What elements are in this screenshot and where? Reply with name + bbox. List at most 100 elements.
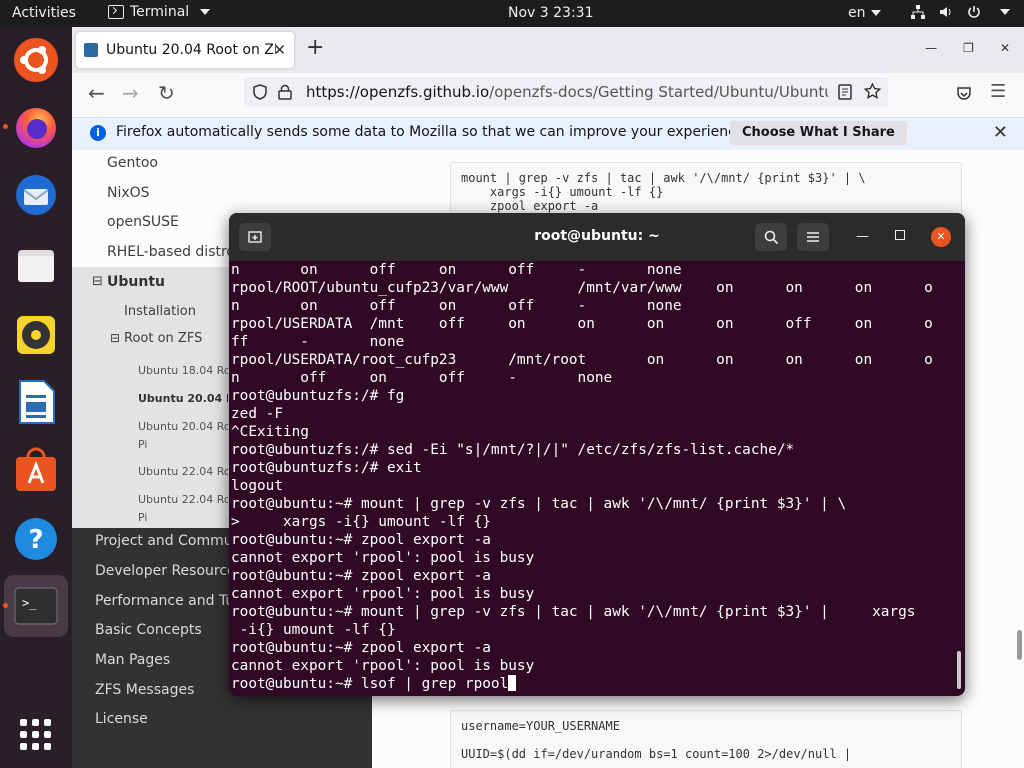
url-bar[interactable]: https://openzfs.github.io/openzfs-docs/G…: [244, 77, 888, 107]
hamburger-menu-icon: [807, 232, 819, 242]
language-indicator[interactable]: en: [848, 5, 881, 21]
tab-strip: Ubuntu 20.04 Root on ZFS ✕ + — ❐ ✕: [72, 27, 1024, 73]
nav-link-basic-concepts[interactable]: Basic Concepts: [95, 622, 202, 638]
system-tray[interactable]: [911, 5, 1010, 19]
code-line: xargs -i{} umount -lf {}: [461, 185, 664, 199]
dock-writer-icon[interactable]: [11, 377, 61, 427]
maximize-icon[interactable]: [895, 230, 905, 240]
browser-tab[interactable]: Ubuntu 20.04 Root on ZFS ✕: [76, 32, 294, 68]
dock-firefox-icon[interactable]: [3, 102, 61, 152]
nav-link-ubuntu[interactable]: Ubuntu: [107, 274, 165, 290]
nav-link-ubuntu-2204[interactable]: Ubuntu 22.04 Root: [138, 465, 228, 478]
code-line: zpool export -a: [461, 199, 599, 213]
terminal-line: rpool/ROOT/ubuntu_cufp23/var/www /mnt/va…: [231, 280, 933, 296]
terminal-line: n off on off - none: [231, 370, 613, 386]
back-arrow-icon[interactable]: ←: [88, 81, 105, 105]
shield-icon[interactable]: [252, 84, 268, 100]
close-window-icon[interactable]: ✕: [1000, 41, 1010, 55]
window-controls: — ❐ ✕: [925, 41, 1010, 55]
code-line: UUID=$(dd if=/dev/urandom bs=1 count=100…: [461, 747, 852, 761]
terminal-line: root@ubuntu:~# zpool export -a: [231, 532, 491, 548]
nav-link-gentoo[interactable]: Gentoo: [107, 155, 158, 171]
nav-link-ubuntu-1804[interactable]: Ubuntu 18.04 Root: [138, 364, 228, 377]
terminal-line: root@ubuntuzfs:/# sed -Ei "s|/mnt/?|/|" …: [231, 442, 795, 458]
nav-link-root-on-zfs[interactable]: Root on ZFS: [124, 331, 202, 346]
terminal-line: logout: [231, 478, 283, 494]
nav-link-rhel[interactable]: RHEL-based distro: [107, 244, 235, 260]
close-icon[interactable]: ✕: [931, 227, 951, 247]
nav-link-opensuse[interactable]: openSUSE: [107, 214, 179, 230]
nav-link-pi[interactable]: Pi: [138, 438, 228, 451]
terminal-prompt-line[interactable]: root@ubuntu:~# lsof | grep rpool: [231, 675, 951, 693]
terminal-line: ^CExiting: [231, 424, 309, 440]
dock-rhythmbox-icon[interactable]: [11, 310, 61, 360]
power-icon: [968, 6, 980, 18]
reader-view-icon[interactable]: [838, 84, 852, 100]
notification-message: Firefox automatically sends some data to…: [116, 124, 749, 140]
nav-link-pi[interactable]: Pi: [138, 511, 228, 524]
firefox-icon: [16, 108, 56, 148]
terminal-line: -i{} umount -lf {}: [231, 622, 396, 638]
nav-link-ubuntu-2004-pi[interactable]: Ubuntu 20.04 Root: [138, 420, 228, 433]
maximize-icon[interactable]: ❐: [963, 41, 974, 55]
terminal-window: root@ubuntu: ~ — ✕ n on off on off - non…: [229, 213, 965, 696]
svg-text:>_: >_: [22, 596, 37, 610]
dock-help-icon[interactable]: ?: [11, 514, 61, 564]
code-block: username=YOUR_USERNAME UUID=$(dd if=/dev…: [450, 710, 962, 768]
pocket-icon[interactable]: [956, 86, 972, 102]
nav-link-license[interactable]: License: [95, 711, 148, 727]
dock-ubuntu-icon[interactable]: [11, 35, 61, 85]
terminal-scrollbar[interactable]: [957, 651, 961, 689]
activities-button[interactable]: Activities: [12, 5, 76, 21]
new-tab-button[interactable]: +: [306, 37, 324, 59]
dock-software-icon[interactable]: [11, 445, 61, 495]
dock-files-icon[interactable]: [11, 240, 61, 290]
language-label: en: [848, 5, 866, 21]
menu-button[interactable]: [797, 223, 829, 251]
collapse-icon[interactable]: ⊟: [110, 331, 120, 345]
show-applications-icon[interactable]: [11, 710, 61, 760]
nav-link-nixos[interactable]: NixOS: [107, 185, 150, 201]
nav-link-zfs-messages[interactable]: ZFS Messages: [95, 682, 194, 698]
app-menu[interactable]: Terminal: [108, 4, 211, 20]
nav-link-ubuntu-2004[interactable]: Ubuntu 20.04 Root: [138, 392, 228, 405]
terminal-line: n on off on off - none: [231, 262, 682, 278]
close-notification-icon[interactable]: ✕: [993, 122, 1008, 143]
dock-thunderbird-icon[interactable]: [11, 170, 61, 220]
close-tab-icon[interactable]: ✕: [273, 41, 286, 59]
forward-arrow-icon[interactable]: →: [122, 81, 139, 105]
collapse-icon[interactable]: ⊟: [92, 274, 103, 289]
url-text: https://openzfs.github.io/openzfs-docs/G…: [306, 83, 828, 101]
nav-link-man-pages[interactable]: Man Pages: [95, 652, 170, 668]
lock-icon[interactable]: [278, 84, 292, 100]
code-line: username=YOUR_USERNAME: [461, 719, 620, 733]
page-scrollbar[interactable]: [1017, 630, 1022, 660]
code-block: mount | grep -v zfs | tac | awk '/\/mnt/…: [450, 162, 962, 216]
tab-title: Ubuntu 20.04 Root on ZFS: [106, 42, 276, 58]
search-button[interactable]: [755, 223, 787, 251]
chevron-down-icon: [1000, 9, 1010, 15]
url-host: https://openzfs.github.io: [306, 83, 490, 101]
reload-icon[interactable]: ↻: [158, 81, 175, 105]
clock[interactable]: Nov 3 23:31: [508, 5, 593, 21]
nav-link-installation[interactable]: Installation: [124, 304, 196, 319]
dock-terminal-icon[interactable]: >_: [3, 575, 68, 637]
terminal-header[interactable]: root@ubuntu: ~ — ✕: [229, 213, 965, 261]
bookmark-star-icon[interactable]: [864, 83, 881, 100]
top-bar: Activities Terminal Nov 3 23:31 en: [0, 0, 1024, 27]
nav-link-developer-resources[interactable]: Developer Resources: [95, 563, 243, 579]
network-icon: [911, 5, 925, 19]
terminal-line: > xargs -i{} umount -lf {}: [231, 514, 491, 530]
help-icon: ?: [15, 518, 57, 560]
hamburger-menu-icon[interactable]: ☰: [990, 81, 1006, 102]
terminal-output[interactable]: n on off on off - none rpool/ROOT/ubuntu_…: [231, 261, 951, 693]
chevron-down-icon: [200, 9, 211, 15]
terminal-line: rpool/USERDATA /mnt off on on on on off …: [231, 316, 933, 332]
url-path: /openzfs-docs/Getting Started/Ubuntu/Ubu…: [489, 83, 828, 101]
prompt-text: root@ubuntu:~# lsof | grep rpool: [231, 676, 509, 692]
nav-link-ubuntu-2204-pi[interactable]: Ubuntu 22.04 Root: [138, 493, 228, 506]
thunderbird-icon: [16, 175, 56, 215]
minimize-icon[interactable]: —: [856, 229, 869, 244]
choose-what-i-share-button[interactable]: Choose What I Share: [730, 121, 907, 145]
minimize-icon[interactable]: —: [925, 41, 937, 55]
